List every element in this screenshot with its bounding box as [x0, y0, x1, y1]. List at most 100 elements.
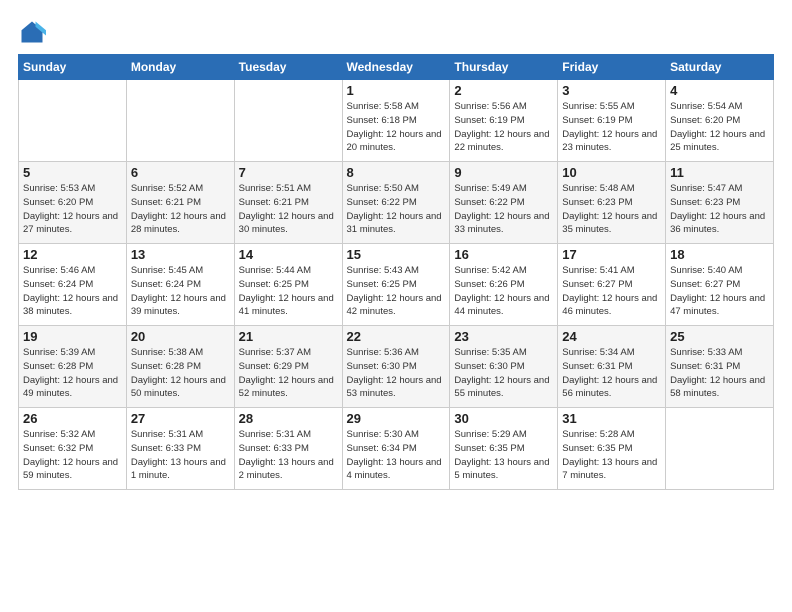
cell-inner: 25Sunrise: 5:33 AM Sunset: 6:31 PM Dayli… [670, 329, 769, 404]
day-number: 3 [562, 83, 661, 98]
cell-inner: 8 Sunrise: 5:50 AM Sunset: 6:22 PM Daylig… [347, 165, 446, 240]
day-number: 19 [23, 329, 122, 344]
day-info: Sunrise: 5:53 AM Sunset: 6:20 PM Dayligh… [23, 182, 122, 237]
day-info: Sunrise: 5:47 AM Sunset: 6:23 PM Dayligh… [670, 182, 769, 237]
calendar: SundayMondayTuesdayWednesdayThursdayFrid… [18, 54, 774, 490]
calendar-cell: 23Sunrise: 5:35 AM Sunset: 6:30 PM Dayli… [450, 326, 558, 408]
day-number: 27 [131, 411, 230, 426]
calendar-cell: 14Sunrise: 5:44 AM Sunset: 6:25 PM Dayli… [234, 244, 342, 326]
page: SundayMondayTuesdayWednesdayThursdayFrid… [0, 0, 792, 500]
cell-inner: 24Sunrise: 5:34 AM Sunset: 6:31 PM Dayli… [562, 329, 661, 404]
cell-inner: 16 Sunrise: 5:42 AM Sunset: 6:26 PM Dayli… [454, 247, 553, 322]
logo-icon [18, 18, 46, 46]
cell-inner [239, 83, 338, 158]
calendar-cell: 3Sunrise: 5:55 AM Sunset: 6:19 PM Daylig… [558, 80, 666, 162]
day-info: Sunrise: 5:28 AM Sunset: 6:35 PM Dayligh… [562, 428, 661, 483]
day-number: 10 [562, 165, 661, 180]
calendar-cell [126, 80, 234, 162]
calendar-cell: 25Sunrise: 5:33 AM Sunset: 6:31 PM Dayli… [666, 326, 774, 408]
day-info: Sunrise: 5:52 AM Sunset: 6:21 PM Dayligh… [131, 182, 230, 237]
calendar-cell: 2 Sunrise: 5:56 AM Sunset: 6:19 PM Daylig… [450, 80, 558, 162]
day-number: 21 [239, 329, 338, 344]
day-info: Sunrise: 5:49 AM Sunset: 6:22 PM Dayligh… [454, 182, 553, 237]
day-number: 2 [454, 83, 553, 98]
weekday-header-friday: Friday [558, 55, 666, 80]
day-number: 1 [347, 83, 446, 98]
day-number: 26 [23, 411, 122, 426]
cell-inner: 29Sunrise: 5:30 AM Sunset: 6:34 PM Dayli… [347, 411, 446, 486]
calendar-cell [666, 408, 774, 490]
cell-inner: 4Sunrise: 5:54 AM Sunset: 6:20 PM Daylig… [670, 83, 769, 158]
cell-inner: 9 Sunrise: 5:49 AM Sunset: 6:22 PM Daylig… [454, 165, 553, 240]
day-number: 18 [670, 247, 769, 262]
day-info: Sunrise: 5:32 AM Sunset: 6:32 PM Dayligh… [23, 428, 122, 483]
day-number: 28 [239, 411, 338, 426]
calendar-cell: 4Sunrise: 5:54 AM Sunset: 6:20 PM Daylig… [666, 80, 774, 162]
day-info: Sunrise: 5:56 AM Sunset: 6:19 PM Dayligh… [454, 100, 553, 155]
cell-inner: 12Sunrise: 5:46 AM Sunset: 6:24 PM Dayli… [23, 247, 122, 322]
cell-inner: 11 Sunrise: 5:47 AM Sunset: 6:23 PM Dayli… [670, 165, 769, 240]
day-number: 20 [131, 329, 230, 344]
calendar-cell: 22Sunrise: 5:36 AM Sunset: 6:30 PM Dayli… [342, 326, 450, 408]
day-info: Sunrise: 5:42 AM Sunset: 6:26 PM Dayligh… [454, 264, 553, 319]
weekday-header-thursday: Thursday [450, 55, 558, 80]
weekday-header-tuesday: Tuesday [234, 55, 342, 80]
day-info: Sunrise: 5:45 AM Sunset: 6:24 PM Dayligh… [131, 264, 230, 319]
calendar-cell: 9 Sunrise: 5:49 AM Sunset: 6:22 PM Daylig… [450, 162, 558, 244]
cell-inner: 26 Sunrise: 5:32 AM Sunset: 6:32 PM Dayli… [23, 411, 122, 486]
logo [18, 18, 50, 46]
calendar-cell: 10Sunrise: 5:48 AM Sunset: 6:23 PM Dayli… [558, 162, 666, 244]
day-info: Sunrise: 5:41 AM Sunset: 6:27 PM Dayligh… [562, 264, 661, 319]
weekday-header-wednesday: Wednesday [342, 55, 450, 80]
calendar-cell: 21Sunrise: 5:37 AM Sunset: 6:29 PM Dayli… [234, 326, 342, 408]
day-info: Sunrise: 5:39 AM Sunset: 6:28 PM Dayligh… [23, 346, 122, 401]
day-number: 5 [23, 165, 122, 180]
calendar-cell: 5 Sunrise: 5:53 AM Sunset: 6:20 PM Daylig… [19, 162, 127, 244]
day-number: 4 [670, 83, 769, 98]
day-number: 15 [347, 247, 446, 262]
cell-inner: 13Sunrise: 5:45 AM Sunset: 6:24 PM Dayli… [131, 247, 230, 322]
day-info: Sunrise: 5:51 AM Sunset: 6:21 PM Dayligh… [239, 182, 338, 237]
day-info: Sunrise: 5:50 AM Sunset: 6:22 PM Dayligh… [347, 182, 446, 237]
calendar-cell: 18 Sunrise: 5:40 AM Sunset: 6:27 PM Dayli… [666, 244, 774, 326]
weekday-header-row: SundayMondayTuesdayWednesdayThursdayFrid… [19, 55, 774, 80]
day-number: 17 [562, 247, 661, 262]
week-row-2: 12Sunrise: 5:46 AM Sunset: 6:24 PM Dayli… [19, 244, 774, 326]
cell-inner: 27Sunrise: 5:31 AM Sunset: 6:33 PM Dayli… [131, 411, 230, 486]
day-number: 16 [454, 247, 553, 262]
day-info: Sunrise: 5:44 AM Sunset: 6:25 PM Dayligh… [239, 264, 338, 319]
calendar-cell: 28Sunrise: 5:31 AM Sunset: 6:33 PM Dayli… [234, 408, 342, 490]
cell-inner: 23Sunrise: 5:35 AM Sunset: 6:30 PM Dayli… [454, 329, 553, 404]
calendar-cell: 8 Sunrise: 5:50 AM Sunset: 6:22 PM Daylig… [342, 162, 450, 244]
calendar-cell: 11 Sunrise: 5:47 AM Sunset: 6:23 PM Dayli… [666, 162, 774, 244]
day-number: 8 [347, 165, 446, 180]
weekday-header-sunday: Sunday [19, 55, 127, 80]
day-number: 29 [347, 411, 446, 426]
cell-inner: 3Sunrise: 5:55 AM Sunset: 6:19 PM Daylig… [562, 83, 661, 158]
cell-inner: 14Sunrise: 5:44 AM Sunset: 6:25 PM Dayli… [239, 247, 338, 322]
cell-inner: 19 Sunrise: 5:39 AM Sunset: 6:28 PM Dayli… [23, 329, 122, 404]
day-number: 31 [562, 411, 661, 426]
calendar-cell: 7Sunrise: 5:51 AM Sunset: 6:21 PM Daylig… [234, 162, 342, 244]
day-info: Sunrise: 5:46 AM Sunset: 6:24 PM Dayligh… [23, 264, 122, 319]
cell-inner: 28Sunrise: 5:31 AM Sunset: 6:33 PM Dayli… [239, 411, 338, 486]
cell-inner: 30Sunrise: 5:29 AM Sunset: 6:35 PM Dayli… [454, 411, 553, 486]
cell-inner: 2 Sunrise: 5:56 AM Sunset: 6:19 PM Daylig… [454, 83, 553, 158]
calendar-cell: 6 Sunrise: 5:52 AM Sunset: 6:21 PM Daylig… [126, 162, 234, 244]
cell-inner: 15Sunrise: 5:43 AM Sunset: 6:25 PM Dayli… [347, 247, 446, 322]
cell-inner: 22Sunrise: 5:36 AM Sunset: 6:30 PM Dayli… [347, 329, 446, 404]
day-number: 9 [454, 165, 553, 180]
day-number: 25 [670, 329, 769, 344]
calendar-cell: 17 Sunrise: 5:41 AM Sunset: 6:27 PM Dayli… [558, 244, 666, 326]
day-number: 6 [131, 165, 230, 180]
day-number: 30 [454, 411, 553, 426]
calendar-cell: 12Sunrise: 5:46 AM Sunset: 6:24 PM Dayli… [19, 244, 127, 326]
calendar-cell [234, 80, 342, 162]
calendar-cell: 1Sunrise: 5:58 AM Sunset: 6:18 PM Daylig… [342, 80, 450, 162]
day-number: 11 [670, 165, 769, 180]
cell-inner: 5 Sunrise: 5:53 AM Sunset: 6:20 PM Daylig… [23, 165, 122, 240]
calendar-cell: 27Sunrise: 5:31 AM Sunset: 6:33 PM Dayli… [126, 408, 234, 490]
week-row-3: 19 Sunrise: 5:39 AM Sunset: 6:28 PM Dayli… [19, 326, 774, 408]
week-row-1: 5 Sunrise: 5:53 AM Sunset: 6:20 PM Daylig… [19, 162, 774, 244]
day-info: Sunrise: 5:40 AM Sunset: 6:27 PM Dayligh… [670, 264, 769, 319]
